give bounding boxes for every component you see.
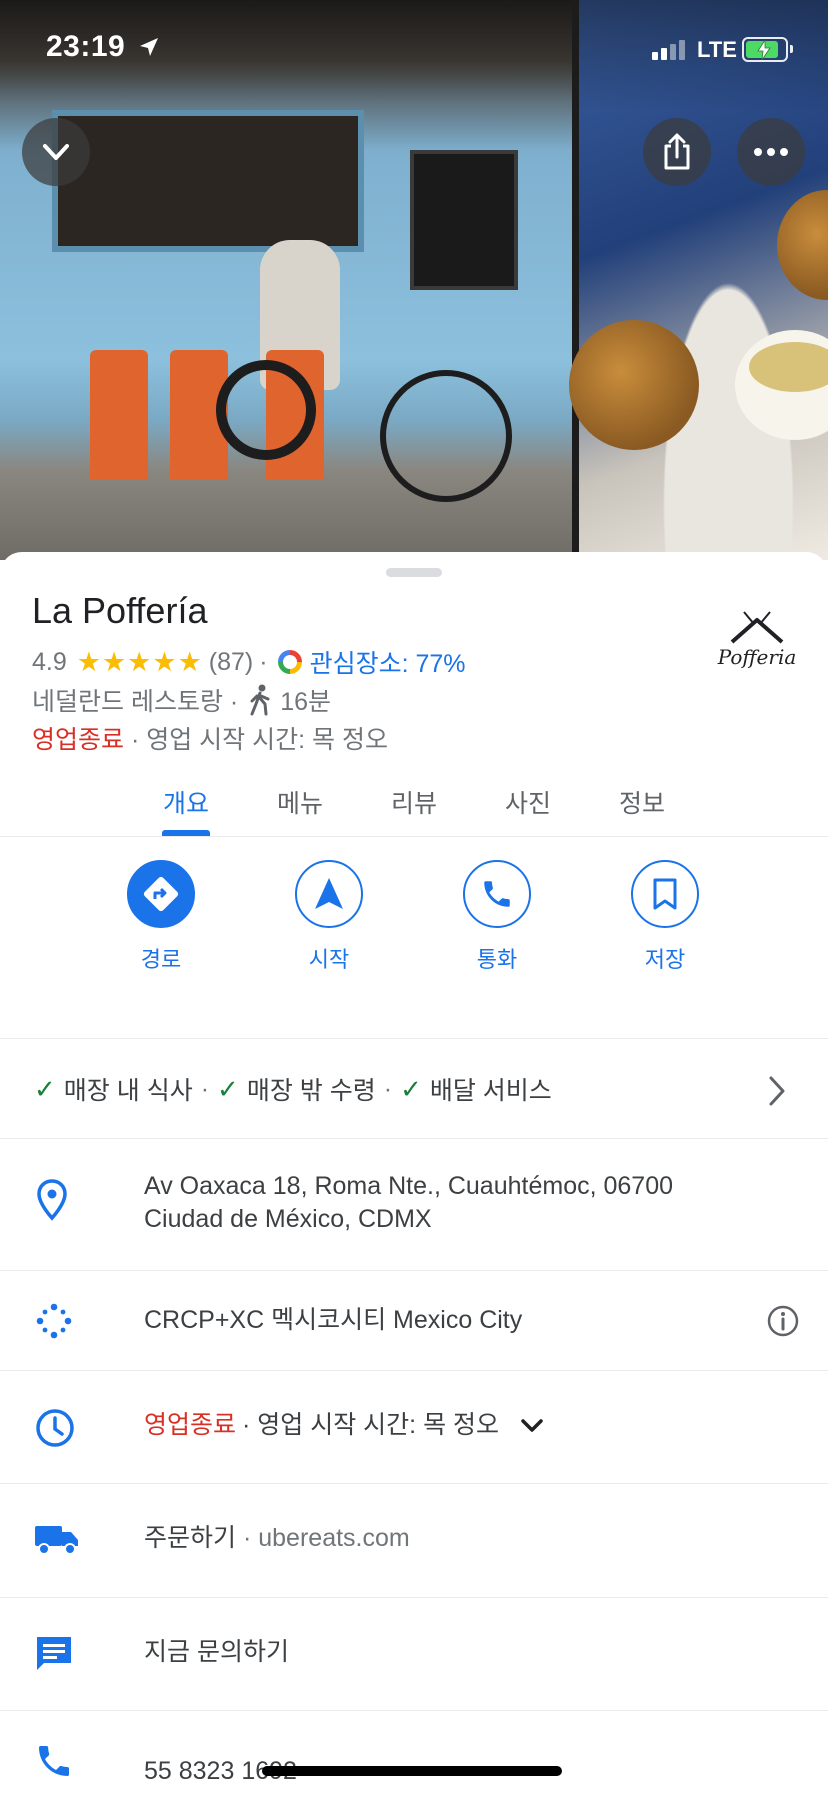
call-button[interactable]: 통화	[437, 860, 557, 974]
dine-in-option: 매장 내 식사	[63, 1077, 193, 1105]
order-website[interactable]: ubereats.com	[258, 1524, 409, 1552]
plus-code: CRCP+XC 멕시코시티 Mexico City	[144, 1306, 523, 1334]
chat-message-icon	[37, 1637, 71, 1670]
directions-button[interactable]: 경로	[101, 860, 221, 974]
share-icon	[664, 133, 690, 170]
location-arrow-icon	[140, 38, 158, 56]
delivery-option: 배달 서비스	[429, 1077, 552, 1105]
cafe-window	[52, 110, 364, 252]
battery-icon	[742, 37, 793, 62]
start-navigation-button[interactable]: 시작	[269, 860, 389, 974]
share-button[interactable]	[643, 118, 711, 186]
service-options-row[interactable]: ✓ 매장 내 식사 · ✓ 매장 밖 수령 · ✓ 배달 서비스	[0, 1040, 828, 1139]
takeout-option: 매장 밖 수령	[246, 1077, 376, 1105]
walking-icon	[250, 684, 270, 716]
chat-row[interactable]: 지금 문의하기	[0, 1598, 828, 1711]
separator-dot: ·	[383, 1074, 393, 1103]
orange-stool	[90, 350, 148, 480]
directions-label: 경로	[140, 947, 182, 972]
delivery-truck-icon	[35, 1526, 78, 1555]
tab-photos[interactable]: 사진	[478, 784, 578, 820]
bicycle-wheel	[380, 370, 512, 502]
photo-carousel[interactable]	[0, 0, 828, 560]
save-label: 저장	[644, 947, 686, 972]
directions-icon	[143, 876, 179, 912]
food-photo[interactable]	[569, 0, 828, 560]
chevron-down-icon[interactable]	[519, 1417, 545, 1435]
location-pin-icon	[37, 1179, 67, 1221]
tab-reviews[interactable]: 리뷰	[364, 784, 464, 820]
opening-hours-note: · 영업 시작 시간: 목 정오	[130, 726, 388, 754]
phone-row[interactable]: 55 8323 1692	[0, 1711, 828, 1801]
chevron-down-icon	[43, 144, 69, 160]
status-time: 23:19	[46, 30, 126, 63]
clock-icon	[36, 1409, 74, 1447]
rating-value: 4.9	[32, 647, 67, 676]
place-details-sheet: La Poffería Pofferia 4.9 ★★★★★ (87) · 관심…	[0, 552, 828, 1792]
storefront-photo[interactable]	[0, 0, 572, 560]
phone-icon	[39, 1746, 69, 1776]
bookmark-icon	[653, 878, 677, 910]
tab-menu[interactable]: 메뉴	[250, 784, 350, 820]
van-wheel	[216, 360, 316, 460]
walk-time: 16분	[280, 688, 332, 716]
more-horizontal-icon	[754, 148, 788, 156]
plus-code-icon	[36, 1303, 72, 1339]
address-line-2: Ciudad de México, CDMX	[144, 1205, 432, 1233]
check-icon: ✓	[400, 1073, 422, 1104]
plus-code-row[interactable]: CRCP+XC 멕시코시티 Mexico City	[0, 1271, 828, 1371]
check-icon: ✓	[34, 1073, 56, 1104]
separator-dot: ·	[200, 1074, 210, 1103]
start-label: 시작	[308, 947, 350, 972]
google-interest-icon	[277, 650, 302, 674]
open-status-row: 영업종료 · 영업 시작 시간: 목 정오	[32, 720, 388, 756]
bitterballen	[777, 190, 828, 300]
collapse-button[interactable]	[22, 118, 90, 186]
separator-dot: ·	[259, 647, 268, 676]
action-buttons: 경로 시작 통화 저장	[0, 838, 828, 1039]
active-tab-indicator	[162, 830, 210, 836]
pofferia-logo-icon: Pofferia	[717, 611, 797, 669]
rating-row[interactable]: 4.9 ★★★★★ (87) · 관심장소: 77%	[32, 644, 466, 680]
tab-overview[interactable]: 개요	[136, 784, 236, 820]
hours-next-open: · 영업 시작 시간: 목 정오	[242, 1411, 500, 1439]
place-category: 네덜란드 레스토랑 ·	[32, 688, 239, 716]
chat-now: 지금 문의하기	[144, 1638, 289, 1666]
bitterballen	[569, 320, 699, 450]
hours-row[interactable]: 영업종료 · 영업 시작 시간: 목 정오	[0, 1371, 828, 1484]
chevron-right-icon	[769, 1076, 785, 1106]
navigation-icon	[315, 878, 343, 909]
interest-match[interactable]: 관심장소: 77%	[310, 644, 466, 680]
separator-dot: ·	[242, 1524, 252, 1552]
phone-icon	[484, 881, 510, 907]
check-icon: ✓	[217, 1073, 239, 1104]
place-name: La Poffería	[32, 590, 208, 631]
call-label: 통화	[476, 947, 518, 972]
closed-status: 영업종료	[32, 726, 125, 754]
signal-strength-icon	[652, 40, 685, 60]
review-count[interactable]: (87)	[209, 648, 253, 677]
rating-stars: ★★★★★	[76, 646, 203, 677]
order-label: 주문하기	[144, 1524, 237, 1552]
home-indicator[interactable]	[262, 1766, 562, 1776]
more-options-button[interactable]	[737, 118, 805, 186]
hours-closed-status: 영업종료	[144, 1411, 237, 1439]
place-logo[interactable]: Pofferia	[714, 598, 800, 684]
order-row[interactable]: 주문하기 · ubereats.com	[0, 1484, 828, 1598]
save-button[interactable]: 저장	[605, 860, 725, 974]
address-row[interactable]: Av Oaxaca 18, Roma Nte., Cuauhtémoc, 067…	[0, 1140, 828, 1271]
sheet-drag-handle[interactable]	[386, 568, 442, 577]
svg-text:Pofferia: Pofferia	[717, 645, 797, 669]
address-line-1: Av Oaxaca 18, Roma Nte., Cuauhtémoc, 067…	[144, 1172, 674, 1200]
dip-cup	[735, 330, 828, 440]
category-row: 네덜란드 레스토랑 · 16분	[32, 682, 331, 718]
tab-about[interactable]: 정보	[592, 784, 692, 820]
menu-board	[410, 150, 518, 290]
network-type: LTE	[697, 37, 737, 62]
tab-bar: 개요 메뉴 리뷰 사진 정보	[0, 784, 828, 837]
info-icon[interactable]	[766, 1304, 800, 1338]
